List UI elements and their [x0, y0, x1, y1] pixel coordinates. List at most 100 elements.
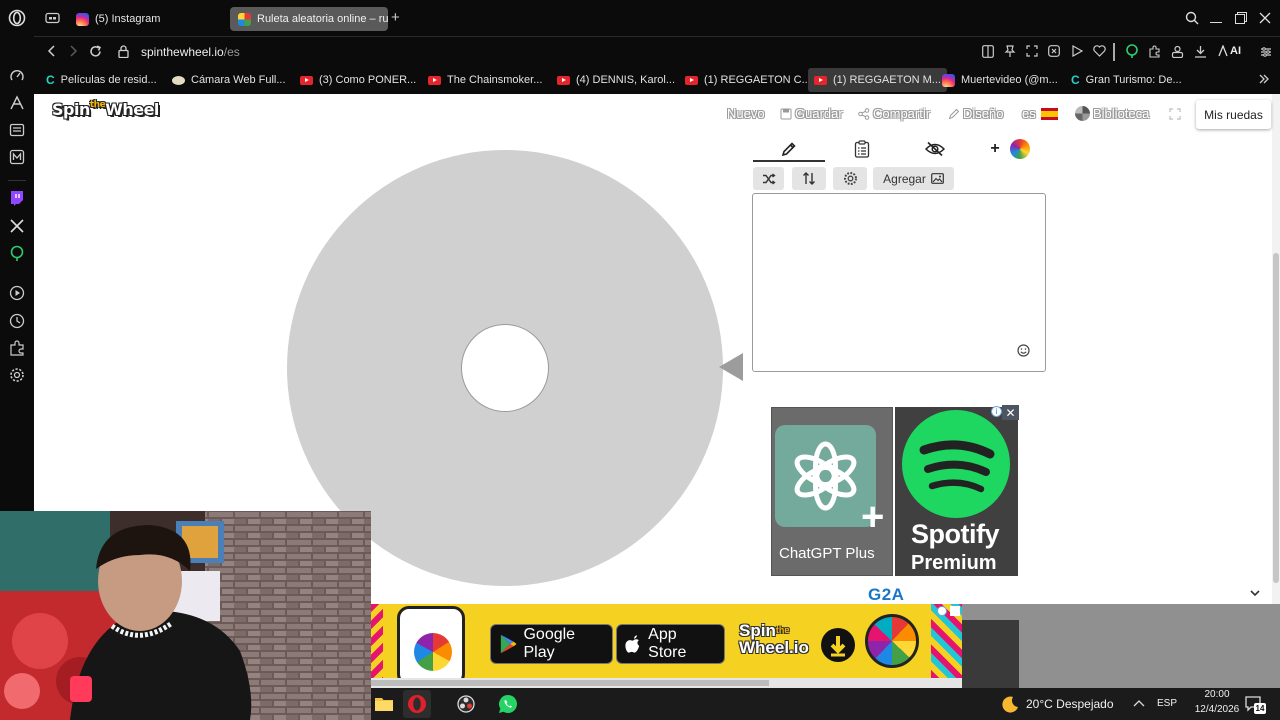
banner-scrollbar-thumb[interactable] [371, 680, 769, 686]
player-sidebar-icon[interactable] [9, 285, 25, 301]
heart-icon[interactable] [1093, 45, 1106, 57]
spin-the-wheel-logo[interactable]: SpintheWheel [52, 100, 159, 119]
twitch-icon[interactable] [9, 190, 25, 206]
save-icon [780, 108, 792, 119]
file-explorer-icon[interactable] [375, 696, 393, 711]
taskbar-opera-button[interactable] [403, 690, 431, 718]
shuffle-button[interactable] [753, 167, 784, 190]
tab-instagram[interactable]: (5) Instagram [68, 7, 168, 31]
download-icon[interactable] [1194, 45, 1207, 58]
fullscreen-icon[interactable] [1169, 108, 1181, 120]
bookmark-item[interactable]: C Gran Turismo: De... [1071, 72, 1182, 88]
app-store-button[interactable]: App Store [616, 624, 725, 664]
weather-text[interactable]: 20°C Despejado [1026, 697, 1114, 711]
speed-dial-icon[interactable] [9, 68, 25, 84]
nav-language[interactable]: es [1022, 106, 1058, 121]
input-language[interactable]: ESP [1157, 698, 1177, 709]
pencil-icon [781, 142, 796, 157]
search-tabs-icon[interactable] [1185, 11, 1199, 25]
c-icon: C [1071, 73, 1080, 87]
adblock-icon[interactable] [1048, 45, 1060, 57]
tab-hidden[interactable] [900, 136, 970, 162]
extensions-icon[interactable] [1148, 45, 1161, 58]
tab-label: (5) Instagram [95, 13, 161, 25]
youtube-icon [557, 75, 570, 85]
whatsapp-icon[interactable] [498, 694, 518, 714]
app-download-banner-ad[interactable]: Google Play App Store Spinthe Wheel.io [371, 604, 962, 678]
bookmark-item[interactable]: (1) REGGAETON M... [808, 68, 947, 92]
spotify-premium-ad[interactable]: Spotify Premium [895, 407, 1018, 576]
banner-info-icon[interactable] [937, 606, 947, 616]
nav-nuevo[interactable]: Nuevo [727, 106, 765, 121]
bookmark-item[interactable]: (3) Como PONER... [300, 72, 416, 88]
opera-logo-icon[interactable] [8, 9, 26, 27]
restore-icon[interactable] [1235, 12, 1247, 24]
chatgpt-plus-ad[interactable]: + ChatGPT Plus [771, 407, 893, 576]
ad-close-button[interactable]: ✕ [1002, 405, 1019, 420]
tab-edit[interactable] [753, 136, 825, 162]
google-play-icon [500, 634, 517, 654]
nav-diseno[interactable]: Diseño [948, 106, 1003, 121]
ai-sidebar-icon[interactable] [9, 95, 25, 111]
settings-icon[interactable] [9, 367, 25, 383]
back-icon[interactable] [46, 45, 58, 57]
wallet-icon[interactable] [1171, 45, 1184, 58]
more-bookmarks-icon[interactable] [1258, 73, 1270, 85]
bookmark-item[interactable]: (1) REGGAETON C... [685, 72, 811, 88]
history-icon[interactable] [9, 313, 25, 329]
split-view-icon[interactable] [982, 45, 994, 58]
x-twitter-icon[interactable] [9, 218, 25, 234]
messenger-m-icon[interactable] [9, 149, 25, 165]
nav-biblioteca[interactable]: Biblioteca [1075, 106, 1149, 121]
tab-ruleta[interactable]: Ruleta aleatoria online – ru [230, 7, 388, 31]
bookmark-item[interactable]: (4) DENNIS, Karol... [557, 72, 675, 88]
nav-guardar[interactable]: Guardar [780, 106, 843, 121]
bookmark-item[interactable]: The Chainsmoker... [428, 72, 542, 88]
minimize-icon[interactable] [1210, 22, 1222, 23]
taskbar-time[interactable]: 20:00 [1195, 689, 1239, 700]
new-tab-button[interactable]: + [391, 9, 400, 26]
pin-icon[interactable] [1004, 45, 1016, 58]
bookmark-label: (1) REGGAETON M... [833, 74, 941, 86]
bookmark-item[interactable]: Muertevideo (@m... [942, 72, 1058, 88]
chevron-down-icon[interactable] [1249, 587, 1261, 599]
add-wheel-button[interactable]: + [988, 136, 1002, 162]
easy-setup-icon[interactable] [1260, 46, 1272, 58]
vpn-icon[interactable] [1125, 44, 1139, 58]
bookmark-item[interactable]: C Películas de resid... [46, 72, 157, 88]
ad-info-icon[interactable]: i [991, 406, 1002, 417]
wheel-entries-textarea[interactable] [752, 193, 1046, 372]
player-icon[interactable] [1071, 45, 1083, 57]
banner-menu-icon[interactable] [950, 606, 960, 616]
close-window-icon[interactable] [1259, 12, 1271, 24]
lock-icon[interactable] [118, 45, 129, 58]
agregar-image-button[interactable]: Agregar [873, 167, 954, 190]
ai-label: AI [1230, 45, 1241, 57]
chevron-up-icon[interactable] [1133, 699, 1145, 709]
nav-compartir[interactable]: Compartir [858, 106, 930, 121]
obs-icon[interactable] [457, 695, 475, 713]
extensions-sidebar-icon[interactable] [9, 340, 25, 356]
apple-icon [625, 634, 640, 653]
emoji-icon[interactable] [1017, 344, 1030, 357]
aria-ai-button[interactable]: AI [1218, 45, 1241, 57]
tab-results[interactable] [827, 136, 897, 162]
reload-icon[interactable] [89, 45, 102, 58]
mis-ruedas-button[interactable]: Mis ruedas [1196, 100, 1271, 129]
google-play-button[interactable]: Google Play [490, 624, 613, 664]
wheel-spin-center[interactable] [461, 324, 549, 412]
page-scrollbar-thumb[interactable] [1273, 253, 1279, 583]
forward-icon[interactable] [67, 45, 79, 57]
taskbar-date[interactable]: 12/4/2026 [1186, 704, 1248, 715]
vpn-sidebar-icon[interactable] [9, 245, 25, 261]
tab-islands-icon[interactable] [45, 12, 60, 24]
wheel-pointer-arrow [719, 353, 743, 381]
url-field[interactable]: spinthewheel.io/es [141, 45, 240, 59]
settings-button[interactable] [833, 167, 867, 190]
sort-button[interactable] [792, 167, 826, 190]
g2a-logo[interactable]: G2A [868, 585, 904, 605]
news-icon[interactable] [9, 122, 25, 138]
snapshot-icon[interactable] [1026, 45, 1038, 57]
bookmark-item[interactable]: Cámara Web Full... [172, 72, 286, 88]
color-wheel-icon[interactable] [1010, 139, 1030, 159]
